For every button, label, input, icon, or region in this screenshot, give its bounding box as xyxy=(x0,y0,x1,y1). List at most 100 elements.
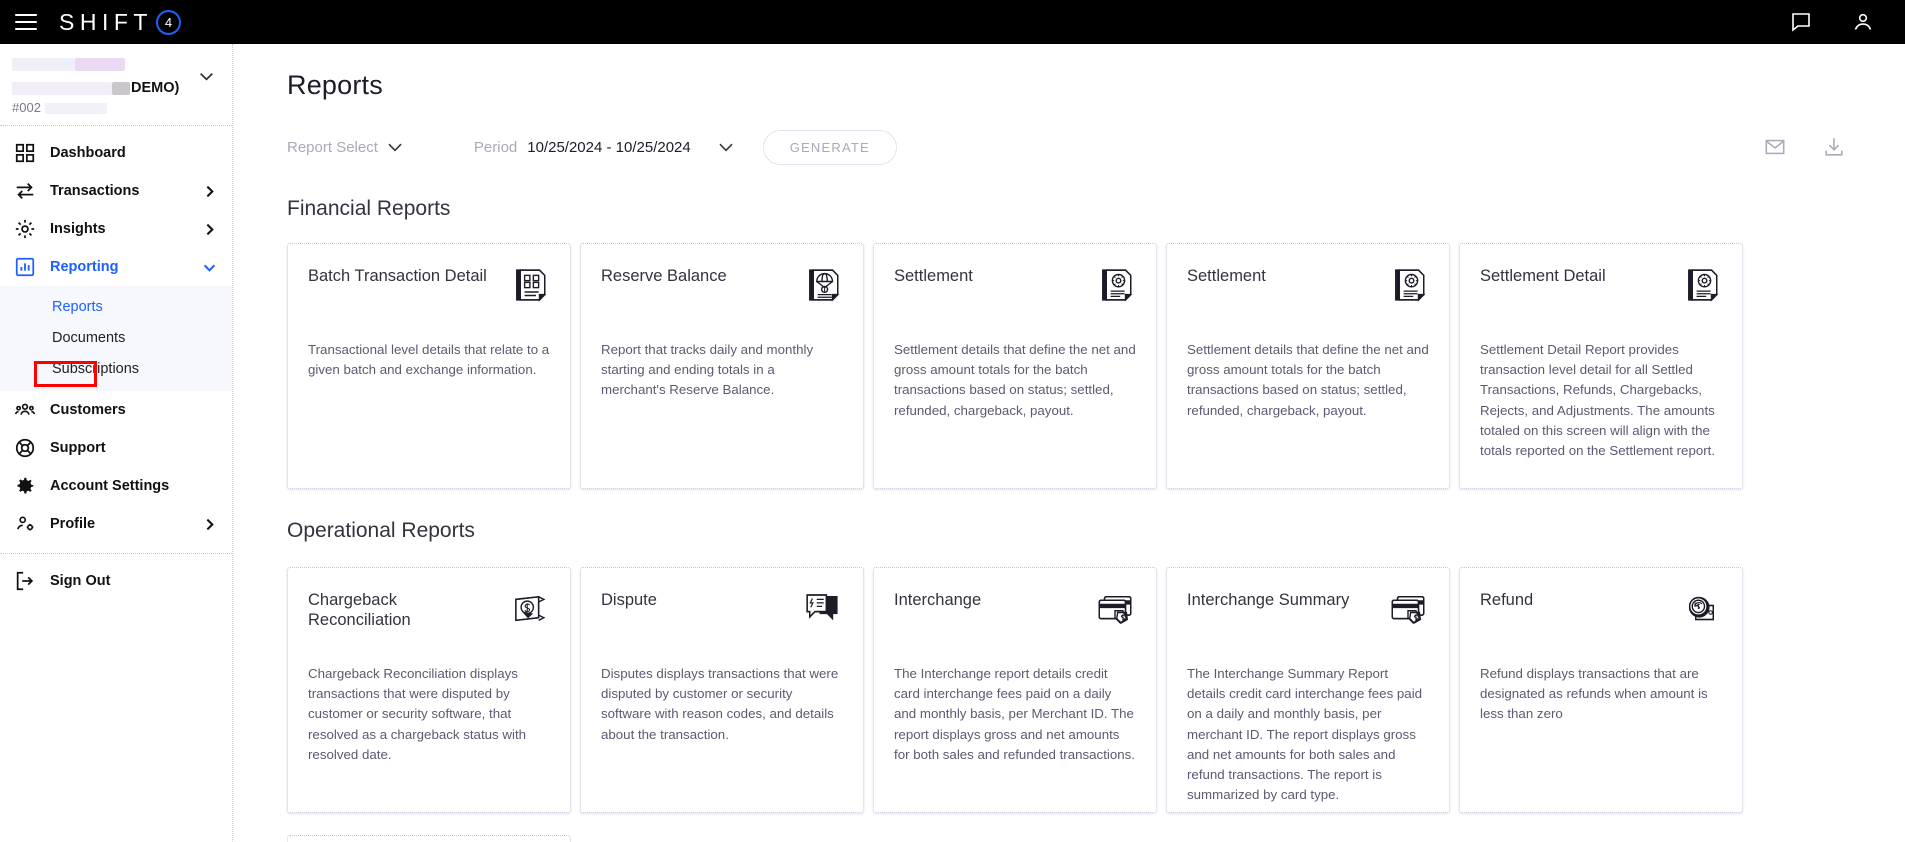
sidebar-subitem-label: Subscriptions xyxy=(52,360,140,377)
next-row-partial xyxy=(287,835,1905,842)
card-description: The Interchange report details credit ca… xyxy=(894,666,1135,762)
period-value: 10/25/2024 - 10/25/2024 xyxy=(527,138,691,156)
sidebar-item-label: Sign Out xyxy=(50,573,111,589)
card-title: Settlement xyxy=(894,267,973,285)
report-card-chargeback-reconciliation[interactable]: Chargeback Reconciliation Chargeback Rec… xyxy=(287,567,571,813)
sidebar-item-label: Support xyxy=(50,440,106,456)
card-title: Interchange xyxy=(894,591,982,609)
reports-page: SHIFT 4 DEMO) #002 Dashboard Transaction… xyxy=(0,0,1905,842)
sidebar-item-customers[interactable]: Customers xyxy=(0,391,232,429)
reporting-submenu: Reports Documents Subscriptions xyxy=(0,286,232,391)
sidebar-item-reporting[interactable]: Reporting xyxy=(0,248,232,286)
brand-logo[interactable]: SHIFT 4 xyxy=(59,9,181,36)
report-card-partial[interactable] xyxy=(287,835,571,842)
report-card-dispute[interactable]: Dispute Disputes displays transactions t… xyxy=(580,567,864,813)
sidebar-item-account-settings[interactable]: Account Settings xyxy=(0,467,232,505)
speech-bubbles-icon xyxy=(806,594,838,621)
report-card-settlement-1[interactable]: Settlement Settlement details that defin… xyxy=(873,243,1157,489)
sidebar-item-reports[interactable]: Reports xyxy=(0,291,232,322)
envelope-icon[interactable] xyxy=(1764,136,1786,158)
card-description: Settlement Detail Report provides transa… xyxy=(1480,342,1716,459)
card-title: Batch Transaction Detail xyxy=(308,267,487,285)
report-select-placeholder: Report Select xyxy=(287,138,378,156)
support-lifering-icon xyxy=(15,438,35,458)
reporting-chart-icon xyxy=(15,257,35,277)
chevron-right-icon[interactable] xyxy=(203,223,216,236)
sidebar-nav: Dashboard Transactions Insights Reportin… xyxy=(0,126,232,600)
customers-people-icon xyxy=(14,403,36,415)
report-card-settlement-2[interactable]: Settlement Settlement details that defin… xyxy=(1166,243,1450,489)
sidebar-item-dashboard[interactable]: Dashboard xyxy=(0,134,232,172)
report-card-refund[interactable]: Refund Refund displays transactions that… xyxy=(1459,567,1743,813)
card-description: Transactional level details that relate … xyxy=(308,342,550,378)
topbar-actions xyxy=(1789,10,1875,34)
section-title-financial: Financial Reports xyxy=(287,197,451,220)
document-gear-icon xyxy=(1102,269,1133,302)
profile-user-gear-icon xyxy=(17,516,34,531)
sidebar-item-support[interactable]: Support xyxy=(0,429,232,467)
report-toolbar: Report Select Period 10/25/2024 - 10/25/… xyxy=(287,127,1905,167)
sidebar-item-profile[interactable]: Profile xyxy=(0,505,232,543)
sidebar-divider xyxy=(0,553,232,554)
card-title: Refund xyxy=(1480,591,1534,609)
report-card-interchange[interactable]: Interchange The Interchange report detai… xyxy=(873,567,1157,813)
sidebar-item-insights[interactable]: Insights xyxy=(0,210,232,248)
gear-icon xyxy=(17,477,34,494)
period-label: Period xyxy=(473,138,518,156)
chevron-right-icon[interactable] xyxy=(203,185,216,198)
brand-badge-4: 4 xyxy=(155,9,181,35)
document-grid-icon xyxy=(516,269,547,302)
section-title-operational: Operational Reports xyxy=(287,519,475,542)
operational-reports-grid: Chargeback Reconciliation Chargeback Rec… xyxy=(287,567,1905,813)
chevron-right-icon[interactable] xyxy=(203,518,216,531)
card-description: Settlement details that define the net a… xyxy=(1187,342,1429,418)
sidebar-item-label: Profile xyxy=(50,516,96,532)
sidebar-item-subscriptions[interactable]: Subscriptions xyxy=(0,353,232,384)
generate-button[interactable]: GENERATE xyxy=(762,129,897,165)
dashboard-grid-icon xyxy=(15,143,35,163)
account-name-redacted xyxy=(12,56,218,74)
document-gear-icon xyxy=(1688,269,1719,302)
card-description: Refund displays transactions that are de… xyxy=(1480,666,1708,722)
sidebar-item-label: Transactions xyxy=(50,183,140,199)
chevron-down-icon[interactable] xyxy=(199,72,214,81)
report-card-interchange-summary[interactable]: Interchange Summary The Interchange Summ… xyxy=(1166,567,1450,813)
account-demo-text: DEMO) xyxy=(131,80,180,97)
flag-dollar-icon xyxy=(515,595,546,622)
account-switcher[interactable]: DEMO) #002 xyxy=(0,44,232,126)
document-parachute-dollar-icon xyxy=(809,269,840,302)
report-select-dropdown[interactable]: Report Select xyxy=(287,139,402,156)
card-title: Settlement xyxy=(1187,267,1266,285)
account-subname: DEMO) xyxy=(12,80,218,96)
card-title: Settlement Detail xyxy=(1480,267,1606,285)
card-title: Interchange Summary xyxy=(1187,591,1350,609)
sidebar-subitem-label: Documents xyxy=(52,329,126,346)
page-title: Reports xyxy=(287,70,383,100)
period-dropdown[interactable]: Period 10/25/2024 - 10/25/2024 xyxy=(474,139,733,156)
sidebar-item-sign-out[interactable]: Sign Out xyxy=(0,562,232,600)
brand-name: SHIFT xyxy=(59,8,153,35)
chevron-down-icon xyxy=(719,143,733,152)
download-icon[interactable] xyxy=(1823,136,1845,158)
sidebar-item-documents[interactable]: Documents xyxy=(0,322,232,353)
insights-sparkle-icon xyxy=(15,219,35,239)
generate-button-label: GENERATE xyxy=(789,139,870,155)
card-description: Report that tracks daily and monthly sta… xyxy=(601,342,814,398)
sidebar-item-transactions[interactable]: Transactions xyxy=(0,172,232,210)
sidebar-item-label: Customers xyxy=(50,402,126,418)
chat-bubble-icon[interactable] xyxy=(1789,10,1813,34)
card-description: The Interchange Summary Report details c… xyxy=(1187,666,1423,803)
report-card-reserve-balance[interactable]: Reserve Balance Report that tracks daily… xyxy=(580,243,864,489)
sidebar-item-label: Dashboard xyxy=(50,145,126,161)
card-description: Chargeback Reconciliation displays trans… xyxy=(308,666,527,762)
user-account-icon[interactable] xyxy=(1851,10,1875,34)
report-card-settlement-detail[interactable]: Settlement Detail Settlement Detail Repo… xyxy=(1459,243,1743,489)
report-card-batch-transaction-detail[interactable]: Batch Transaction Detail Transactional l… xyxy=(287,243,571,489)
main-content: Reports Report Select Period 10/25/2024 … xyxy=(233,44,1905,842)
sign-out-icon xyxy=(16,571,34,591)
card-description: Settlement details that define the net a… xyxy=(894,342,1136,418)
chevron-down-icon[interactable] xyxy=(203,261,216,274)
document-gear-icon xyxy=(1395,269,1426,302)
credit-card-dollar-tag-icon xyxy=(1391,596,1425,624)
hamburger-menu-icon[interactable] xyxy=(15,14,37,30)
